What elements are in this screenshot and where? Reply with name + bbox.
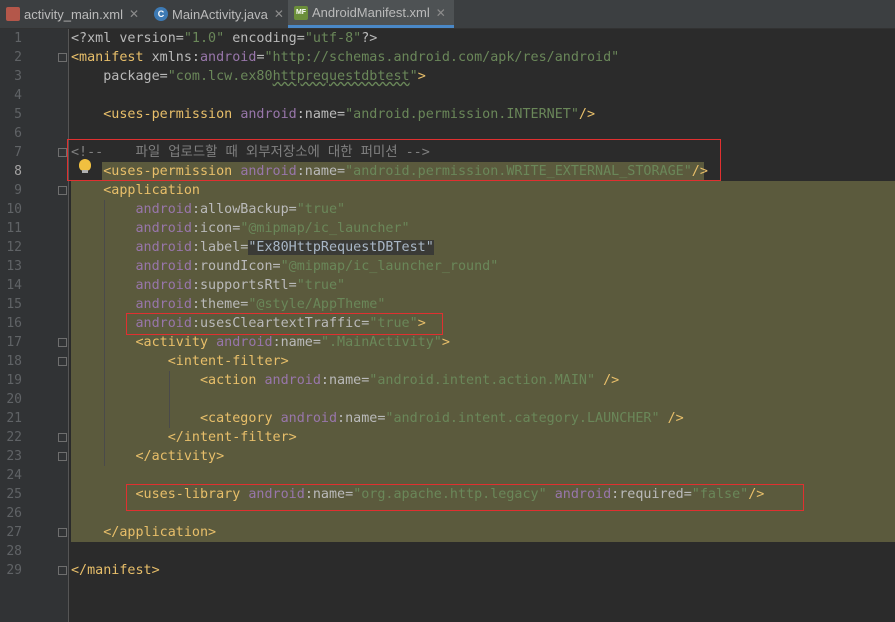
code-line: 21 <category android:name="android.inten… — [6, 411, 684, 426]
code-line: 18 <intent-filter> — [6, 354, 289, 369]
highlight-box-uses-library — [126, 484, 804, 511]
code-line: 10 android:allowBackup="true" — [6, 202, 346, 217]
java-class-icon: C — [154, 7, 168, 21]
code-line: 22 </intent-filter> — [6, 430, 297, 445]
code-line: 12 android:label="Ex80HttpRequestDBTest" — [6, 240, 434, 255]
tab-label: MainActivity.java — [172, 6, 268, 22]
code-line: 29 </manifest> — [6, 563, 160, 578]
code-line: 19 <action android:name="android.intent.… — [6, 373, 620, 388]
code-line: 23 </activity> — [6, 449, 225, 464]
code-line: 5 <uses-permission android:name="android… — [14, 107, 596, 122]
code-line: 24 — [6, 468, 22, 483]
highlight-box-permission — [67, 139, 721, 181]
tab-label: AndroidManifest.xml — [312, 5, 430, 20]
code-line: 4 — [14, 88, 22, 103]
close-icon[interactable]: ✕ — [274, 7, 284, 21]
code-line: 17 <activity android:name=".MainActivity… — [6, 335, 450, 350]
code-line: 2 <manifest xmlns:android="http://schema… — [14, 50, 620, 65]
tab-main-activity[interactable]: C MainActivity.java ✕ — [154, 0, 284, 28]
xml-file-icon — [6, 7, 20, 21]
code-line: 27 </application> — [6, 525, 217, 540]
highlight-box-cleartext — [126, 313, 443, 335]
tab-android-manifest[interactable]: MF AndroidManifest.xml ✕ — [288, 0, 454, 28]
tab-activity-main[interactable]: activity_main.xml ✕ — [6, 0, 151, 28]
code-line: 28 — [6, 544, 22, 559]
tab-label: activity_main.xml — [24, 6, 123, 22]
code-line: 1 <?xml version="1.0" encoding="utf-8"?> — [14, 31, 378, 46]
close-icon[interactable]: ✕ — [129, 7, 139, 21]
code-line: 13 android:roundIcon="@mipmap/ic_launche… — [6, 259, 499, 274]
code-line: 20 — [6, 392, 22, 407]
code-editor[interactable]: 1 <?xml version="1.0" encoding="utf-8"?>… — [0, 29, 895, 622]
editor-tab-bar: activity_main.xml ✕ C MainActivity.java … — [0, 0, 895, 29]
code-line: 15 android:theme="@style/AppTheme" — [6, 297, 386, 312]
code-line: 9 <application — [14, 183, 200, 198]
code-line: 11 android:icon="@mipmap/ic_launcher" — [6, 221, 410, 236]
code-line: 3 package="com.lcw.ex80httprequestdbtest… — [14, 69, 426, 84]
code-line: 14 android:supportsRtl="true" — [6, 278, 346, 293]
manifest-file-icon: MF — [294, 5, 308, 20]
close-icon[interactable]: ✕ — [436, 6, 446, 20]
